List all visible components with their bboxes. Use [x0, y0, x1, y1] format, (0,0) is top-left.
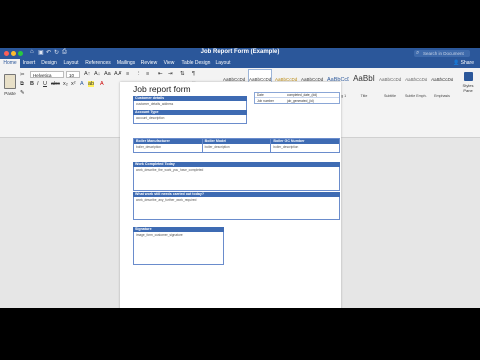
numbering-icon[interactable]: ⋮	[136, 71, 142, 77]
work-needed-block[interactable]: What work still needs carried out today?…	[133, 192, 340, 220]
ribbon-tab-bar: Home Insert Design Layout References Mai…	[0, 59, 480, 68]
copy-icon[interactable]: ⧉	[20, 81, 24, 88]
style-name: Subtitle	[384, 94, 396, 98]
tab-table-design[interactable]: Table Design	[180, 59, 212, 68]
job-info-table[interactable]: Date completed_date_(dd) Job number job_…	[254, 92, 340, 104]
work-completed-block[interactable]: Work Completed Today work_describe_the_w…	[133, 162, 340, 191]
account-type-block[interactable]: Account Type account_description	[133, 110, 247, 124]
multilevel-list-icon[interactable]: ≡	[146, 71, 149, 77]
format-painter-icon[interactable]: ✎	[20, 90, 25, 96]
style-name: Title	[360, 94, 368, 98]
bold-icon[interactable]: B	[30, 81, 34, 87]
style-emphasis[interactable]: AaBbCcDdEe Emphasis	[430, 69, 454, 105]
style-subtitle[interactable]: AaBbCcDdEe Subtitle	[378, 69, 402, 105]
boiler-model-value[interactable]: boiler_description	[203, 144, 271, 150]
change-case-icon[interactable]: Aa	[104, 71, 111, 77]
table-row[interactable]: Job number job_generated_(id)	[255, 99, 339, 103]
document-canvas[interactable]: Job report form Customer details custome…	[0, 82, 480, 308]
superscript-icon[interactable]: x²	[71, 81, 76, 87]
highlight-icon[interactable]: ab	[88, 81, 95, 87]
paste-label: Paste	[4, 91, 16, 96]
italic-icon[interactable]: I	[37, 81, 39, 87]
tab-design[interactable]: Design	[39, 59, 59, 68]
search-input[interactable]: ⌕ Search in Document	[414, 50, 470, 57]
tab-view[interactable]: View	[161, 59, 177, 68]
info-key: Job number	[257, 99, 274, 103]
cut-icon[interactable]: ✂	[20, 72, 25, 78]
style-name: Emphasis	[434, 94, 450, 98]
boiler-table[interactable]: Boiler Manufacturer boiler_description B…	[133, 138, 340, 153]
clear-formatting-icon[interactable]: A✗	[114, 71, 122, 77]
tab-references[interactable]: References	[84, 59, 112, 68]
style-sample: AaBbI	[353, 74, 375, 83]
account-type-value[interactable]: account_description	[133, 115, 247, 124]
style-sample: AaBbCcDdEe	[405, 77, 427, 82]
share-button[interactable]: 👤 Share	[453, 59, 474, 68]
styles-pane-icon	[463, 72, 473, 81]
paste-button[interactable]: Paste	[2, 74, 18, 96]
tab-table-layout[interactable]: Layout	[214, 59, 232, 68]
decrease-indent-icon[interactable]: ⇤	[158, 71, 163, 77]
tab-insert[interactable]: Insert	[20, 59, 38, 68]
bullets-icon[interactable]: ≡	[126, 71, 129, 77]
increase-indent-icon[interactable]: ⇥	[168, 71, 173, 77]
shrink-font-icon[interactable]: A↓	[94, 71, 100, 77]
info-value[interactable]: job_generated_(id)	[287, 99, 314, 103]
info-value[interactable]: completed_date_(dd)	[287, 93, 317, 97]
search-icon: ⌕	[416, 50, 420, 56]
style-name: Subtle Emph...	[405, 94, 427, 98]
style-title[interactable]: AaBbI Title	[352, 69, 376, 105]
style-sample: AaBbCcDdEe	[379, 77, 401, 82]
strikethrough-icon[interactable]: abc	[51, 81, 60, 87]
boiler-column[interactable]: Boiler Model boiler_description	[202, 139, 272, 152]
grow-font-icon[interactable]: A↑	[84, 71, 90, 77]
clipboard-icon	[4, 74, 16, 89]
boiler-manufacturer-value[interactable]: boiler_description	[134, 144, 202, 150]
styles-pane-button[interactable]: Styles Pane	[458, 72, 478, 93]
search-placeholder: Search in Document	[423, 51, 464, 56]
boiler-column[interactable]: Boiler GC Number boiler_description	[271, 139, 340, 152]
signature-block[interactable]: Signature image_form_customer_signature	[133, 227, 224, 265]
show-formatting-icon[interactable]: ¶	[192, 71, 195, 77]
font-color-icon[interactable]: A	[100, 81, 104, 87]
share-label: Share	[460, 60, 474, 66]
work-completed-value[interactable]: work_describe_the_work_you_have_complete…	[133, 167, 340, 191]
word-window: ⌂ ▣ ↶ ↻ ⎙ Job Report Form (Example) ⌕ Se…	[0, 48, 480, 308]
document-page[interactable]: Job report form Customer details custome…	[120, 82, 341, 308]
doc-heading[interactable]: Job report form	[133, 84, 191, 94]
boiler-column[interactable]: Boiler Manufacturer boiler_description	[134, 139, 203, 152]
subscript-icon[interactable]: x₂	[63, 81, 68, 87]
document-title: Job Report Form (Example)	[200, 49, 280, 55]
table-row[interactable]: Date completed_date_(dd)	[255, 93, 339, 98]
tab-mailings[interactable]: Mailings	[114, 59, 138, 68]
info-key: Date	[257, 93, 264, 97]
style-sample: AaBbCcDdEe	[431, 77, 453, 82]
font-name-field[interactable]: Helvetica	[30, 71, 64, 78]
font-size-field[interactable]: 10	[66, 71, 80, 78]
tab-layout[interactable]: Layout	[61, 59, 81, 68]
underline-icon[interactable]: U	[43, 81, 47, 87]
tab-review[interactable]: Review	[140, 59, 158, 68]
title-bar: ⌂ ▣ ↶ ↻ ⎙ Job Report Form (Example) ⌕ Se…	[0, 48, 480, 59]
sort-icon[interactable]: ⇅	[180, 71, 185, 77]
style-subtle-emphasis[interactable]: AaBbCcDdEe Subtle Emph...	[404, 69, 428, 105]
boiler-gc-number-value[interactable]: boiler_description	[271, 144, 339, 150]
signature-value[interactable]: image_form_customer_signature	[133, 232, 224, 265]
styles-pane-label: Styles Pane	[462, 83, 474, 93]
tab-home[interactable]: Home	[0, 59, 20, 68]
work-needed-value[interactable]: work_describe_any_further_work_required	[133, 197, 340, 220]
text-effects-icon[interactable]: A	[80, 81, 84, 87]
